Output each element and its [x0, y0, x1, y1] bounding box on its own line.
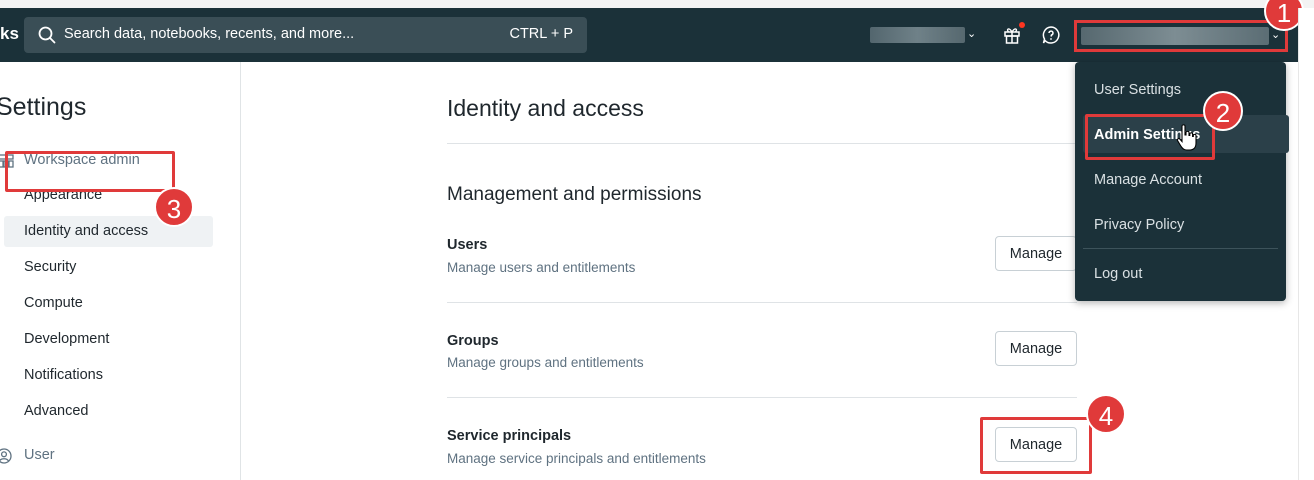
menu-item-manage-account[interactable]: Manage Account: [1094, 172, 1202, 188]
search-shortcut: CTRL + P: [509, 26, 573, 42]
brand-logo-text[interactable]: ks: [0, 24, 19, 44]
menu-item-user-settings[interactable]: User Settings: [1094, 82, 1181, 98]
search-bar[interactable]: Search data, notebooks, recents, and mor…: [24, 17, 587, 53]
page: ks Search data, notebooks, recents, and …: [0, 0, 1314, 480]
user-icon: [0, 448, 12, 464]
manage-groups-button[interactable]: Manage: [995, 331, 1077, 366]
row-divider: [447, 397, 1077, 398]
sidebar-item-compute[interactable]: Compute: [24, 295, 83, 311]
user-name-redacted: [1081, 27, 1269, 45]
step-badge-2: 2: [1203, 91, 1243, 131]
row-divider: [447, 302, 1077, 303]
menu-item-log-out[interactable]: Log out: [1094, 266, 1142, 282]
user-dropdown-menu: User Settings Admin Settings Manage Acco…: [1075, 62, 1289, 301]
sidebar-item-advanced[interactable]: Advanced: [24, 403, 89, 419]
users-row-title: Users: [447, 237, 488, 253]
window-right-edge: [1298, 8, 1314, 480]
groups-row-description: Manage groups and entitlements: [447, 355, 644, 370]
chevron-down-icon[interactable]: ⌄: [967, 27, 976, 40]
step-4-highlight: [980, 417, 1092, 474]
title-divider: [447, 143, 1077, 144]
section-title: Management and permissions: [447, 184, 702, 205]
service-principals-row-title: Service principals: [447, 428, 572, 444]
help-icon[interactable]: [1041, 25, 1061, 45]
page-title: Identity and access: [447, 95, 644, 121]
users-row-description: Manage users and entitlements: [447, 260, 636, 275]
notification-dot: [1019, 22, 1025, 28]
sidebar-item-development[interactable]: Development: [24, 331, 109, 347]
step-badge-4: 4: [1086, 394, 1126, 434]
sidebar-item-identity-and-access[interactable]: Identity and access: [24, 223, 148, 239]
sidebar-title: Settings: [0, 93, 87, 121]
service-principals-row-description: Manage service principals and entitlemen…: [447, 451, 706, 466]
sidebar-item-notifications[interactable]: Notifications: [24, 367, 103, 383]
browser-strip: [0, 0, 1314, 8]
gift-icon[interactable]: [1002, 25, 1022, 45]
top-navigation-bar: ks Search data, notebooks, recents, and …: [0, 8, 1298, 62]
sidebar-item-security[interactable]: Security: [24, 259, 76, 275]
menu-item-privacy-policy[interactable]: Privacy Policy: [1094, 217, 1184, 233]
step-3-highlight: [5, 151, 175, 192]
search-placeholder: Search data, notebooks, recents, and mor…: [64, 26, 355, 42]
menu-separator: [1083, 248, 1278, 249]
sidebar-user-label: User: [24, 447, 55, 463]
search-icon: [38, 26, 56, 44]
hand-cursor-icon: [1176, 124, 1197, 151]
manage-users-button[interactable]: Manage: [995, 236, 1077, 271]
settings-sidebar: Settings Workspace admin Appearance Iden…: [0, 62, 241, 480]
groups-row-title: Groups: [447, 333, 499, 349]
workspace-selector[interactable]: [870, 27, 965, 43]
user-menu-button[interactable]: ⌄: [1074, 20, 1288, 52]
step-badge-3: 3: [154, 187, 194, 227]
